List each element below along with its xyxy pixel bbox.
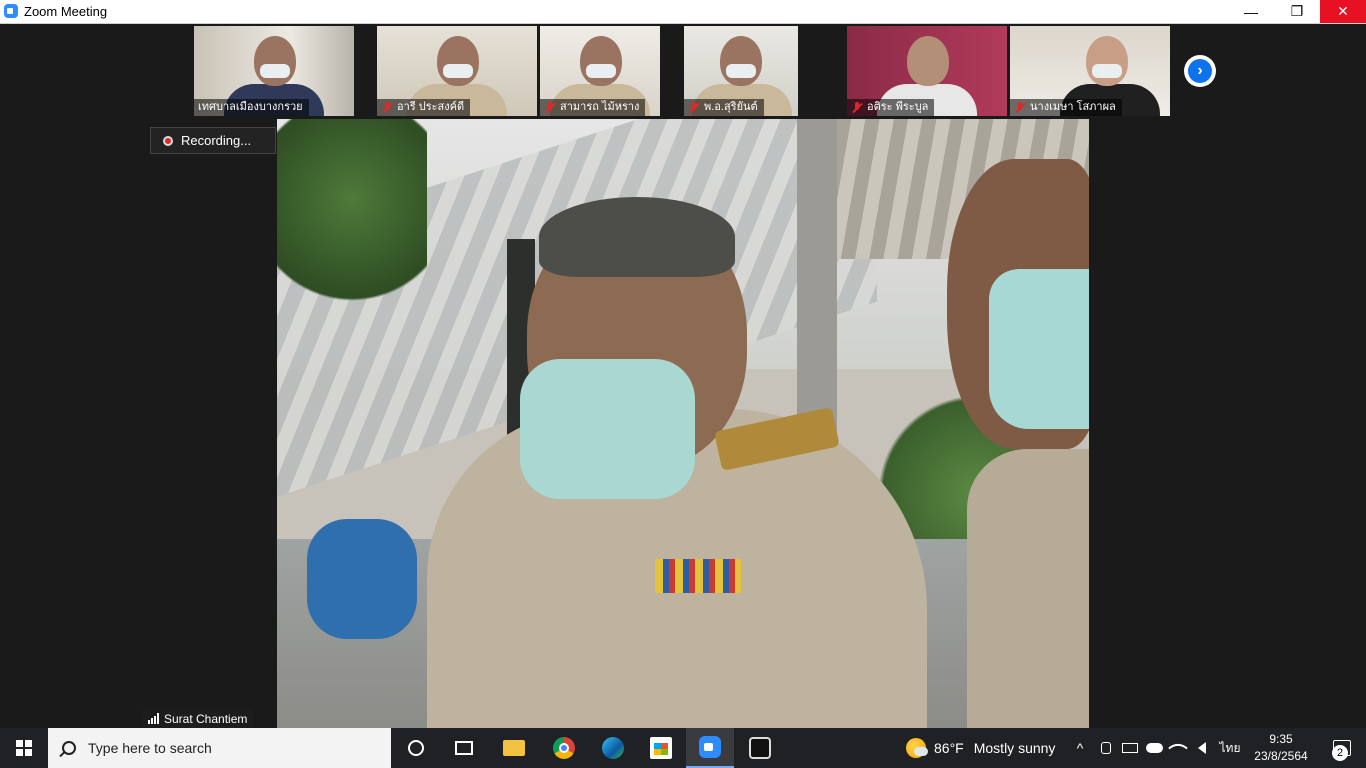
title-bar: Zoom Meeting — ❐ ✕ [0, 0, 1366, 24]
record-icon [163, 135, 173, 146]
folder-icon [503, 740, 525, 756]
volume-button[interactable] [1192, 728, 1212, 768]
edge-icon [602, 737, 624, 759]
clock[interactable]: 9:35 23/8/2564 [1248, 731, 1314, 765]
participant-name: นางเมษา โสภาผล [1010, 99, 1122, 116]
partly-sunny-icon [906, 738, 928, 758]
signal-strength-icon [148, 713, 159, 724]
mic-muted-icon [851, 101, 863, 114]
chrome-icon [553, 737, 575, 759]
search-icon [62, 741, 76, 755]
cortana-button[interactable] [392, 728, 440, 768]
task-view-button[interactable] [440, 728, 488, 768]
clock-date: 23/8/2564 [1254, 749, 1308, 763]
language-label: ไทย [1219, 740, 1241, 755]
mic-muted-icon [544, 101, 556, 114]
participant-name: เทศบาลเมืองบางกรวย [194, 99, 309, 116]
meeting-area: เทศบาลเมืองบางกรวย อารี ประสงค์ดี สามารถ… [0, 24, 1366, 728]
wifi-icon [1168, 738, 1188, 758]
start-button[interactable] [0, 728, 48, 768]
close-button[interactable]: ✕ [1320, 0, 1366, 23]
cloud-icon [1145, 743, 1163, 753]
participant-name: อติระ พีระบูล [847, 99, 935, 116]
recording-indicator[interactable]: Recording... [150, 127, 276, 154]
participant-name: พ.อ.สุริยันต์ [684, 99, 764, 116]
chevron-up-icon: ^ [1076, 740, 1084, 756]
clock-time: 9:35 [1269, 732, 1293, 746]
file-explorer-button[interactable] [490, 728, 538, 768]
edge-button[interactable] [589, 728, 637, 768]
language-button[interactable]: ไทย [1216, 728, 1244, 768]
taskbar-search[interactable]: Type here to search [48, 728, 391, 768]
mic-muted-icon [688, 101, 700, 114]
participant-tile[interactable]: เทศบาลเมืองบางกรวย [194, 26, 354, 116]
active-speaker-name: Surat Chantiem [142, 709, 254, 728]
search-placeholder: Type here to search [88, 740, 212, 756]
onedrive-button[interactable] [1144, 728, 1164, 768]
next-page-button[interactable]: › [1184, 55, 1216, 87]
chrome-button[interactable] [540, 728, 588, 768]
weather-widget[interactable]: 86°F Mostly sunny [906, 728, 1055, 768]
weather-temp: 86°F [934, 740, 964, 756]
participant-name: สามารถ ไม้หราง [540, 99, 646, 116]
windows-icon [16, 740, 32, 756]
meet-now-button[interactable] [1096, 728, 1116, 768]
microphone-icon [1101, 742, 1111, 754]
battery-button[interactable] [1120, 728, 1140, 768]
participant-tile[interactable]: สามารถ ไม้หราง [540, 26, 660, 116]
mic-muted-icon [381, 101, 393, 114]
network-button[interactable] [1168, 728, 1188, 768]
taskbar: Type here to search 86°F Mostly sunny ^ … [0, 728, 1366, 768]
mic-muted-icon [1014, 101, 1026, 114]
restore-button[interactable]: ❐ [1274, 0, 1320, 23]
participant-name: อารี ประสงค์ดี [377, 99, 471, 116]
participant-tile[interactable]: นางเมษา โสภาผล [1010, 26, 1170, 116]
notification-count-badge: 2 [1332, 745, 1348, 761]
participant-tile[interactable]: พ.อ.สุริยันต์ [684, 26, 798, 116]
weather-condition: Mostly sunny [973, 740, 1056, 756]
task-view-icon [455, 741, 473, 755]
active-speaker-video [277, 119, 1089, 728]
participant-tile[interactable]: อารี ประสงค์ดี [377, 26, 537, 116]
headset-app-button[interactable] [736, 728, 784, 768]
recording-label: Recording... [181, 133, 252, 148]
tray-overflow-button[interactable]: ^ [1070, 728, 1090, 768]
chevron-right-icon: › [1188, 59, 1212, 83]
window-title: Zoom Meeting [24, 4, 108, 19]
zoom-taskbar-button[interactable] [686, 728, 734, 768]
cortana-icon [408, 740, 424, 756]
headset-icon [749, 737, 771, 759]
store-button[interactable] [637, 728, 685, 768]
store-icon [650, 737, 672, 759]
zoom-app-icon [4, 4, 18, 18]
minimize-button[interactable]: — [1228, 0, 1274, 23]
speaker-icon [1198, 742, 1206, 754]
participant-tile[interactable]: อติระ พีระบูล [847, 26, 1007, 116]
battery-icon [1122, 743, 1138, 753]
zoom-icon [699, 736, 721, 758]
